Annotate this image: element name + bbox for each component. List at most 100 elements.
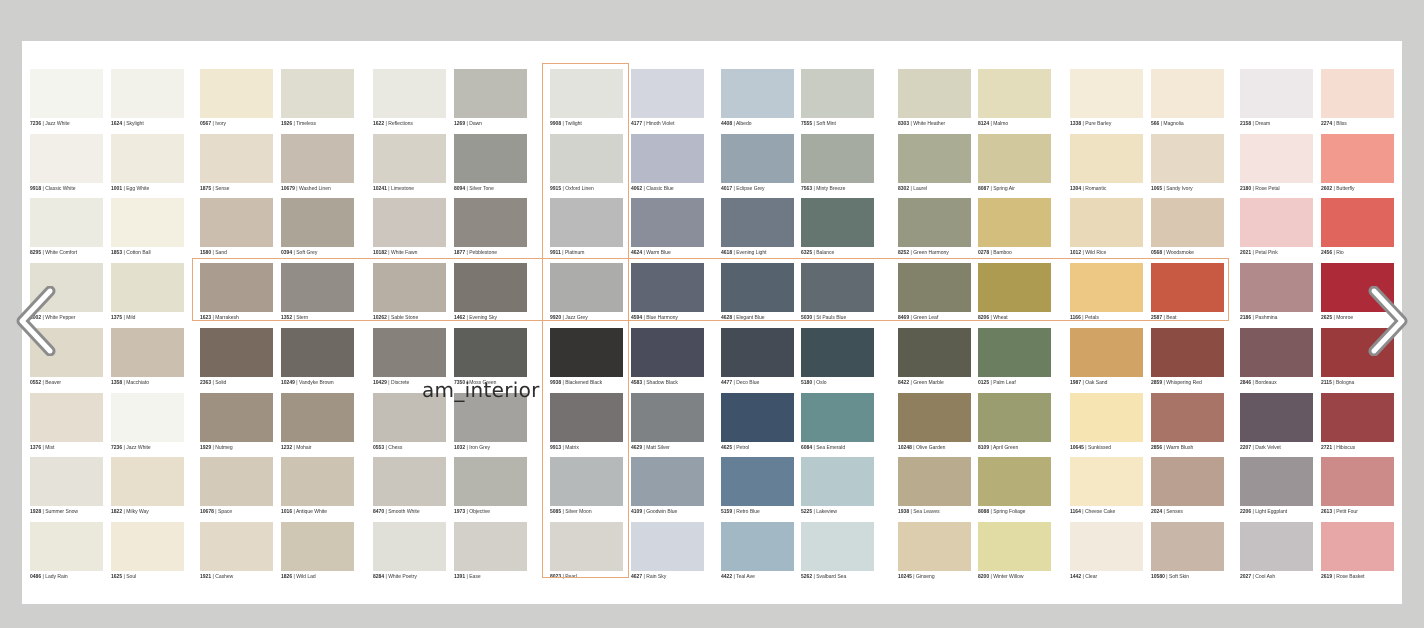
swatch-code: 2859 bbox=[1151, 380, 1163, 386]
swatch-label: 10262 | Sable Stone bbox=[373, 313, 453, 323]
swatch-name: Soft Grey bbox=[296, 250, 318, 256]
swatch-code: 10248 bbox=[898, 445, 912, 451]
color-swatch bbox=[898, 457, 971, 506]
color-swatch bbox=[111, 393, 184, 442]
color-swatch bbox=[30, 393, 103, 442]
swatch-code: 1928 bbox=[30, 509, 42, 515]
swatch-label: 566 | Magnolia bbox=[1151, 119, 1231, 129]
swatch-name: Skylight bbox=[126, 121, 144, 127]
color-swatch bbox=[978, 263, 1051, 312]
swatch-label: 5180 | Oslo bbox=[801, 378, 881, 388]
swatch-label: 7555 | Soft Mint bbox=[801, 119, 881, 129]
swatch-name: Oxford Linen bbox=[565, 186, 594, 192]
swatch-label: 8088 | Spring Foliage bbox=[978, 507, 1058, 517]
color-swatch bbox=[721, 134, 794, 183]
swatch-name: Washed Linen bbox=[298, 186, 331, 192]
swatch-label: 1001 | Egg White bbox=[111, 184, 191, 194]
color-swatch bbox=[373, 457, 446, 506]
swatch-name: Palm Leaf bbox=[993, 380, 1016, 386]
swatch-label: 9908 | Twilight bbox=[550, 119, 630, 129]
swatch-name: Svalbard Sea bbox=[816, 574, 847, 580]
color-swatch bbox=[1070, 522, 1143, 571]
color-swatch bbox=[550, 198, 623, 247]
palette-image: 7236 | Jazz White 9918 | Classic White 829… bbox=[22, 41, 1402, 604]
swatch-name: Objective bbox=[469, 509, 491, 515]
swatch-name: Pearl bbox=[565, 574, 577, 580]
color-swatch bbox=[550, 457, 623, 506]
color-swatch bbox=[631, 134, 704, 183]
color-swatch bbox=[721, 457, 794, 506]
swatch-code: 2363 bbox=[200, 380, 212, 386]
swatch-name: Wild Rice bbox=[1085, 250, 1107, 256]
swatch-label: 1853 | Cotton Ball bbox=[111, 248, 191, 258]
swatch-label: 1826 | Wild Lad bbox=[281, 572, 361, 582]
swatch-label: 1987 | Oak Sand bbox=[1070, 378, 1150, 388]
swatch-name: Monroe bbox=[1336, 315, 1354, 321]
swatch-code: 4625 bbox=[721, 445, 733, 451]
swatch-code: 2027 bbox=[1240, 574, 1252, 580]
swatch-name: Reflections bbox=[388, 121, 413, 127]
swatch-label: 2186 | Pashmina bbox=[1240, 313, 1320, 323]
swatch-code: 7555 bbox=[801, 121, 813, 127]
color-swatch bbox=[281, 522, 354, 571]
swatch-code: 1016 bbox=[281, 509, 293, 515]
swatch-label: 10249 | Vandyke Brown bbox=[281, 378, 361, 388]
prev-button[interactable] bbox=[14, 286, 58, 356]
swatch-label: 2587 | Beat bbox=[1151, 313, 1231, 323]
swatch-code: 1304 bbox=[1070, 186, 1082, 192]
swatch-name: Petit Four bbox=[1336, 509, 1358, 515]
swatch-name: Milky Way bbox=[126, 509, 149, 515]
swatch-label: 4062 | Classic Blue bbox=[631, 184, 711, 194]
swatch-name: Mohair bbox=[296, 445, 312, 451]
swatch-code: 0552 bbox=[30, 380, 42, 386]
swatch-label: 2027 | Cool Ash bbox=[1240, 572, 1320, 582]
color-swatch bbox=[550, 522, 623, 571]
swatch-label: 4422 | Teal Ave bbox=[721, 572, 801, 582]
swatch-code: 4594 bbox=[631, 315, 643, 321]
swatch-name: Platinum bbox=[564, 250, 585, 256]
color-swatch bbox=[1151, 457, 1224, 506]
swatch-code: 7236 bbox=[111, 445, 123, 451]
swatch-code: 1001 bbox=[111, 186, 123, 192]
swatch-label: 8469 | Green Leaf bbox=[898, 313, 978, 323]
next-button[interactable] bbox=[1366, 286, 1410, 356]
swatch-label: 1929 | Nutmeg bbox=[200, 443, 280, 453]
color-swatch bbox=[1321, 457, 1394, 506]
swatch-code: 0567 bbox=[200, 121, 212, 127]
swatch-label: 1391 | Ease bbox=[454, 572, 534, 582]
swatch-label: 2859 | Whispering Red bbox=[1151, 378, 1231, 388]
swatch-name: Solid bbox=[215, 380, 227, 386]
swatch-label: 8284 | White Poetry bbox=[373, 572, 453, 582]
swatch-code: 1269 bbox=[454, 121, 466, 127]
color-swatch bbox=[1321, 393, 1394, 442]
color-swatch bbox=[631, 522, 704, 571]
color-swatch bbox=[454, 457, 527, 506]
swatch-label: 6325 | Balance bbox=[801, 248, 881, 258]
swatch-code: 9938 bbox=[550, 380, 562, 386]
swatch-label: 8094 | Silver Tone bbox=[454, 184, 534, 194]
swatch-name: Summer Snow bbox=[45, 509, 78, 515]
swatch-label: 2158 | Dream bbox=[1240, 119, 1320, 129]
color-swatch bbox=[281, 134, 354, 183]
swatch-label: 9918 | Classic White bbox=[30, 184, 110, 194]
color-swatch bbox=[373, 198, 446, 247]
color-swatch bbox=[978, 522, 1051, 571]
swatch-name: St Pauls Blue bbox=[816, 315, 847, 321]
swatch-label: 0552 | Beaver bbox=[30, 378, 110, 388]
color-swatch bbox=[801, 263, 874, 312]
swatch-code: 0125 bbox=[978, 380, 990, 386]
swatch-label: 1822 | Milky Way bbox=[111, 507, 191, 517]
swatch-label: 9938 | Blackened Black bbox=[550, 378, 630, 388]
swatch-name: Bliss bbox=[1336, 121, 1347, 127]
swatch-label: 1928 | Summer Snow bbox=[30, 507, 110, 517]
swatch-code: 4627 bbox=[631, 574, 643, 580]
color-swatch bbox=[801, 393, 874, 442]
swatch-code: 10580 bbox=[1151, 574, 1165, 580]
swatch-name: Discrete bbox=[390, 380, 410, 386]
swatch-label: 1338 | Pure Barley bbox=[1070, 119, 1150, 129]
color-swatch bbox=[801, 198, 874, 247]
color-swatch bbox=[898, 134, 971, 183]
swatch-label: 8422 | Green Marble bbox=[898, 378, 978, 388]
swatch-name: Wheat bbox=[993, 315, 1008, 321]
swatch-label: 6084 | Sea Emerald bbox=[801, 443, 881, 453]
